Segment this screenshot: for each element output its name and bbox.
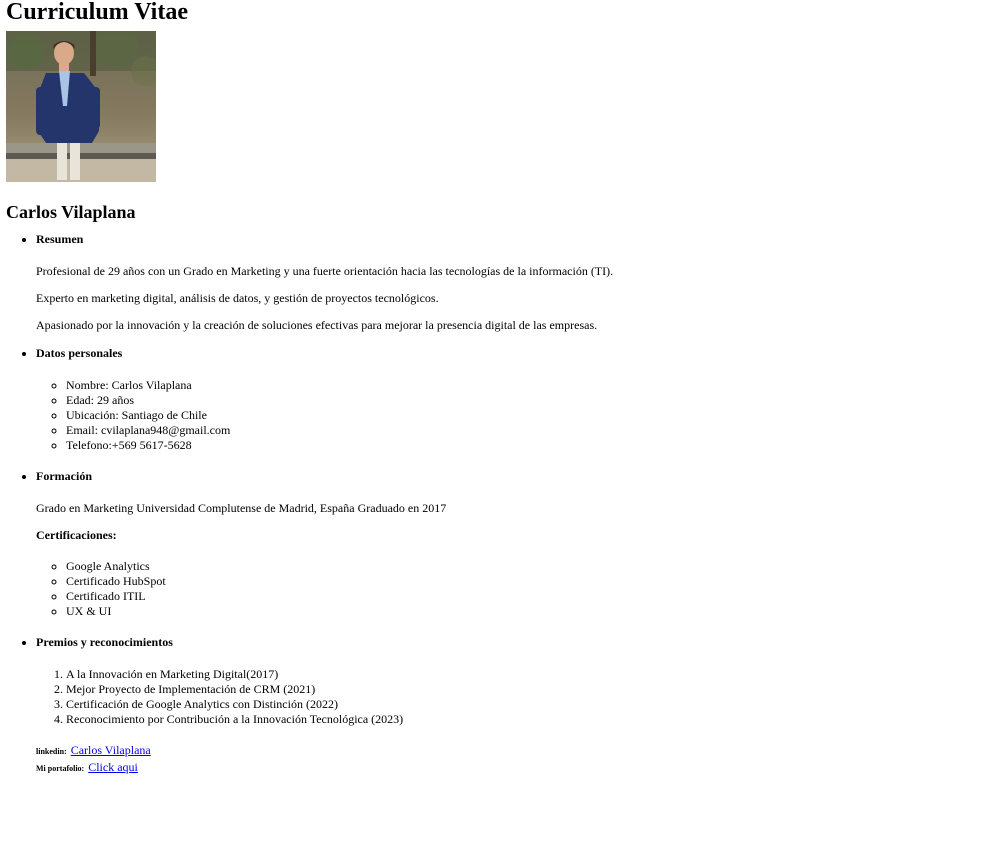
list-item: A la Innovación en Marketing Digital(201… bbox=[66, 667, 991, 682]
list-item: UX & UI bbox=[66, 604, 991, 619]
resumen-paragraph: Experto en marketing digital, análisis d… bbox=[36, 291, 439, 305]
list-item: Ubicación: Santiago de Chile bbox=[66, 408, 991, 423]
section-title-premios: Premios y reconocimientos bbox=[36, 635, 173, 649]
list-item: Telefono:+569 5617-5628 bbox=[66, 438, 991, 453]
section-title-datos: Datos personales bbox=[36, 346, 123, 360]
list-item: Reconocimiento por Contribución a la Inn… bbox=[66, 712, 991, 727]
resumen-paragraph: Profesional de 29 años con un Grado en M… bbox=[36, 264, 614, 278]
cv-page: Curriculum Vitae Carlos Vilaplana • Resu… bbox=[0, 0, 997, 776]
certs-list: Google Analytics Certificado HubSpot Cer… bbox=[36, 559, 991, 619]
datos-list: Nombre: Carlos Vilaplana Edad: 29 años U… bbox=[36, 378, 991, 453]
certificaciones-title: Certificaciones: bbox=[36, 528, 117, 542]
formacion-degree: Grado en Marketing Universidad Compluten… bbox=[36, 501, 447, 515]
premios-list: A la Innovación en Marketing Digital(201… bbox=[36, 667, 991, 727]
list-item: Certificado ITIL bbox=[66, 589, 991, 604]
section-datos-personales: Datos personales Nombre: Carlos Vilaplan… bbox=[36, 345, 991, 453]
list-item: Mejor Proyecto de Implementación de CRM … bbox=[66, 682, 991, 697]
section-title-resumen: Resumen bbox=[36, 232, 84, 246]
list-item: Nombre: Carlos Vilaplana bbox=[66, 378, 991, 393]
profile-photo bbox=[6, 31, 156, 182]
list-item: Certificación de Google Analytics con Di… bbox=[66, 697, 991, 712]
section-premios: Premios y reconocimientos A la Innovació… bbox=[36, 634, 991, 727]
resumen-paragraph: Apasionado por la innovación y la creaci… bbox=[36, 318, 598, 332]
linkedin-link[interactable]: Carlos Vilaplana bbox=[71, 743, 151, 757]
portfolio-label: Mi portafolio: bbox=[36, 764, 85, 773]
list-item: Email: cvilaplana948@gmail.com bbox=[66, 423, 991, 438]
portfolio-row: Mi portafolio: Click aqui bbox=[36, 759, 991, 776]
links-block: linkedin: Carlos Vilaplana Mi portafolio… bbox=[6, 742, 991, 776]
section-formacion: Formación Grado en Marketing Universidad… bbox=[36, 468, 991, 619]
list-item: Google Analytics bbox=[66, 559, 991, 574]
person-name: Carlos Vilaplana bbox=[6, 202, 136, 222]
section-resumen: Resumen Profesional de 29 años con un Gr… bbox=[36, 231, 991, 332]
linkedin-label: linkedin: bbox=[36, 747, 67, 756]
portfolio-link[interactable]: Click aqui bbox=[88, 760, 138, 774]
page-title: Curriculum Vitae bbox=[6, 0, 188, 25]
section-title-formacion: Formación bbox=[36, 469, 92, 483]
list-item: Edad: 29 años bbox=[66, 393, 991, 408]
list-item: Certificado HubSpot bbox=[66, 574, 991, 589]
cv-sections: Resumen Profesional de 29 años con un Gr… bbox=[6, 231, 991, 727]
linkedin-row: linkedin: Carlos Vilaplana bbox=[36, 742, 991, 759]
